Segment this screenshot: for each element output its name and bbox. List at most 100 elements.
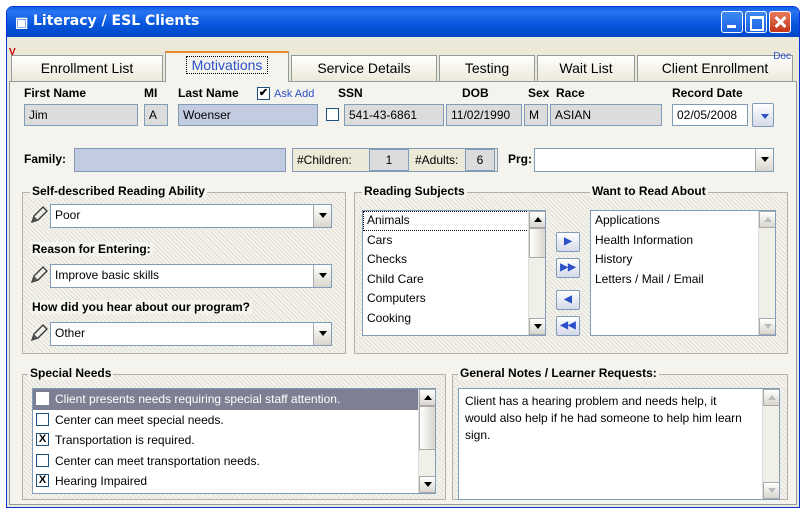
first-name-label: First Name	[24, 86, 87, 100]
scroll-down-arrow[interactable]	[763, 482, 779, 499]
family-field[interactable]	[74, 148, 286, 172]
tab-motivations[interactable]: Motivations	[165, 51, 289, 82]
want-to-read-title: Want to Read About	[590, 184, 708, 198]
add-all-subjects-button[interactable]: ▶▶	[556, 258, 580, 278]
v-tag[interactable]: V	[9, 47, 16, 58]
scroll-down-arrow[interactable]	[419, 476, 435, 493]
mi-field[interactable]: A	[144, 104, 168, 126]
heard-dropdown-arrow[interactable]	[313, 323, 331, 345]
remove-subject-button[interactable]: ◀	[556, 290, 580, 310]
ask-add-label[interactable]: Ask Add	[274, 88, 314, 100]
sex-field[interactable]: M	[524, 104, 548, 126]
general-notes-title: General Notes / Learner Requests:	[458, 366, 659, 380]
special-need-checkbox[interactable]: X	[36, 474, 49, 487]
scroll-up-arrow[interactable]	[419, 389, 435, 406]
adults-field[interactable]: 6	[465, 149, 495, 171]
list-item[interactable]: Computers	[363, 289, 545, 309]
list-item[interactable]: Letters / Mail / Email	[591, 270, 775, 290]
ssn-checkbox[interactable]	[326, 108, 339, 121]
special-need-row[interactable]: X Transportation is required.	[33, 430, 435, 451]
children-label: #Children:	[297, 153, 352, 167]
mi-label: MI	[144, 86, 158, 100]
tab-service-details[interactable]: Service Details	[291, 55, 437, 81]
list-item[interactable]: Cooking	[363, 309, 545, 329]
reading-ability-select[interactable]: Poor	[50, 204, 332, 228]
scroll-up-arrow[interactable]	[529, 211, 545, 228]
last-name-label: Last Name	[178, 86, 239, 100]
general-notes-text: Client has a hearing problem and needs h…	[465, 394, 742, 442]
heard-select[interactable]: Other	[50, 322, 332, 346]
scroll-thumb[interactable]	[529, 228, 545, 258]
special-need-checkbox[interactable]	[36, 412, 49, 426]
special-need-row[interactable]: X Hearing Impaired	[33, 471, 435, 492]
dob-field[interactable]: 11/02/1990	[446, 104, 522, 126]
ssn-field[interactable]: 541-43-6861	[344, 104, 444, 126]
record-date-field[interactable]: 02/05/2008	[672, 104, 748, 126]
race-label: Race	[556, 86, 585, 100]
minimize-button[interactable]	[721, 11, 743, 33]
special-needs-list[interactable]: Client presents needs requiring special …	[32, 388, 436, 494]
general-notes-textarea[interactable]: Client has a hearing problem and needs h…	[458, 388, 780, 500]
reason-select[interactable]: Improve basic skills	[50, 264, 332, 288]
sex-label: Sex	[528, 86, 550, 100]
prg-select[interactable]	[534, 148, 774, 172]
first-name-field[interactable]: Jim	[24, 104, 138, 126]
special-needs-scrollbar[interactable]	[418, 389, 435, 493]
list-item[interactable]: Health Information	[591, 231, 775, 251]
close-button[interactable]	[769, 11, 791, 33]
special-need-row[interactable]: Client presents needs requiring special …	[33, 389, 435, 410]
pencil-icon	[30, 206, 48, 224]
add-subject-button[interactable]: ▶	[556, 232, 580, 252]
scroll-thumb[interactable]	[419, 406, 435, 450]
remove-all-subjects-button[interactable]: ◀◀	[556, 316, 580, 336]
special-need-row[interactable]: Center can meet transportation needs.	[33, 451, 435, 472]
ssn-label: SSN	[338, 86, 363, 100]
scroll-up-arrow[interactable]	[759, 211, 775, 228]
record-date-picker-button[interactable]	[752, 103, 774, 127]
list-item[interactable]: History	[591, 250, 775, 270]
subjects-scrollbar[interactable]	[528, 211, 545, 335]
tab-wait-list[interactable]: Wait List	[537, 55, 635, 81]
window-title: Literacy / ESL Clients	[33, 13, 200, 29]
dob-label: DOB	[462, 86, 489, 100]
notes-scrollbar[interactable]	[762, 389, 779, 499]
record-date-label: Record Date	[672, 86, 743, 100]
scroll-up-arrow[interactable]	[763, 389, 779, 406]
prg-dropdown-arrow[interactable]	[755, 149, 773, 171]
motivations-page: First Name MI Last Name ✔ Ask Add SSN DO…	[9, 81, 797, 505]
reading-subjects-title: Reading Subjects	[362, 184, 467, 198]
reason-dropdown-arrow[interactable]	[313, 265, 331, 287]
reading-subjects-list[interactable]: Animals Cars Checks Child Care Computers…	[362, 210, 546, 336]
pencil-icon	[30, 324, 48, 342]
doc-link[interactable]: Doc	[773, 51, 791, 62]
tab-strip: Enrollment List Motivations Service Deta…	[9, 51, 797, 82]
list-item[interactable]: Animals	[363, 211, 545, 231]
list-item[interactable]: Cars	[363, 231, 545, 251]
race-field[interactable]: ASIAN	[550, 104, 662, 126]
scroll-down-arrow[interactable]	[759, 318, 775, 335]
reading-ability-label: Self-described Reading Ability	[30, 184, 207, 198]
want-to-read-list[interactable]: Applications Health Information History …	[590, 210, 776, 336]
special-need-checkbox[interactable]	[36, 392, 49, 405]
list-item[interactable]: Applications	[591, 211, 775, 231]
tab-enrollment-list[interactable]: Enrollment List	[11, 55, 163, 81]
list-item[interactable]: Checks	[363, 250, 545, 270]
scroll-down-arrow[interactable]	[529, 318, 545, 335]
tab-testing[interactable]: Testing	[439, 55, 535, 81]
last-name-field[interactable]: Woenser	[178, 104, 318, 126]
special-need-row[interactable]: Center can meet special needs.	[33, 410, 435, 431]
children-field[interactable]: 1	[369, 149, 409, 171]
tab-client-enrollment[interactable]: Client Enrollment	[637, 55, 793, 81]
maximize-button[interactable]	[745, 11, 767, 33]
reading-ability-dropdown-arrow[interactable]	[313, 205, 331, 227]
special-need-checkbox[interactable]: X	[36, 433, 49, 446]
family-label: Family:	[24, 152, 67, 166]
list-item[interactable]: Child Care	[363, 270, 545, 290]
pencil-icon	[30, 266, 48, 284]
want-to-read-scrollbar[interactable]	[758, 211, 775, 335]
counts-box: #Children: 1 #Adults: 6	[292, 148, 498, 172]
literacy-esl-window: ▣ Literacy / ESL Clients V Doc Enrollmen…	[6, 6, 800, 508]
special-need-checkbox[interactable]	[36, 453, 49, 467]
ask-add-checkbox[interactable]: ✔	[257, 87, 270, 100]
title-bar[interactable]: ▣ Literacy / ESL Clients	[7, 7, 799, 37]
